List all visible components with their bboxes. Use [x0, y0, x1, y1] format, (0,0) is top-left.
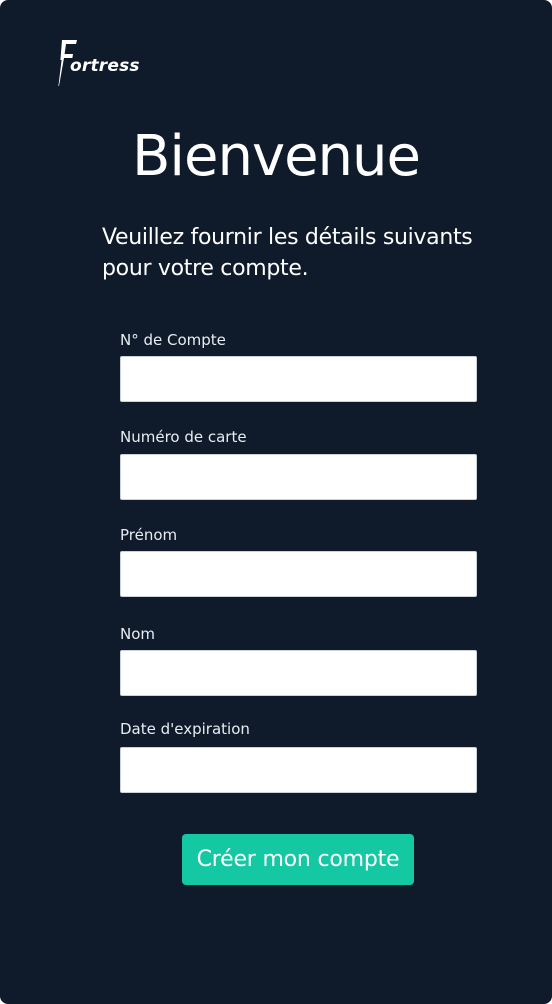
last-name-label: Nom	[120, 625, 156, 643]
last-name-input[interactable]	[120, 650, 477, 696]
page-title: Bienvenue	[132, 124, 421, 189]
account-number-input[interactable]	[120, 356, 477, 402]
expiration-date-label: Date d'expiration	[120, 720, 250, 738]
first-name-input[interactable]	[120, 551, 477, 597]
first-name-label: Prénom	[120, 526, 178, 544]
card-number-label: Numéro de carte	[120, 428, 247, 446]
card-number-input[interactable]	[120, 454, 477, 500]
logo-wordmark: ortress	[70, 56, 140, 76]
signup-panel: ortress Bienvenue Veuillez fournir les d…	[0, 0, 552, 1004]
account-number-label: N° de Compte	[120, 331, 226, 349]
create-account-button[interactable]: Créer mon compte	[182, 834, 414, 885]
expiration-date-input[interactable]	[120, 747, 477, 793]
fortress-logo: ortress	[56, 38, 140, 88]
page-subtitle: Veuillez fournir les détails suivants po…	[102, 225, 473, 281]
